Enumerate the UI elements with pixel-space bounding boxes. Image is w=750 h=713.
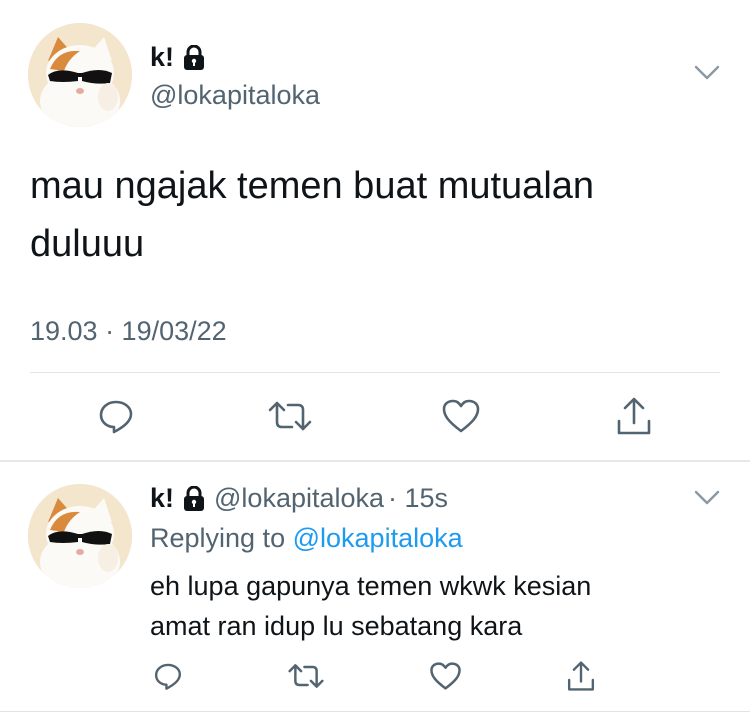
share-button[interactable]: [614, 394, 654, 438]
handle[interactable]: @lokapitaloka: [214, 483, 384, 514]
display-name-text[interactable]: k!: [150, 42, 174, 73]
reply-time[interactable]: · 15s: [388, 483, 448, 514]
display-name-text[interactable]: k!: [150, 483, 174, 514]
reply-icon: [99, 400, 133, 434]
tweet-text: mau ngajak temen buat mutualan duluuu: [30, 157, 594, 273]
chevron-down-icon[interactable]: [693, 489, 721, 507]
avatar[interactable]: [28, 23, 132, 127]
cat-sunglasses-avatar-image: [28, 484, 132, 588]
replying-to-link[interactable]: @lokapitaloka: [293, 523, 463, 553]
reply-header: k! @lokapitaloka · 15s: [150, 483, 448, 514]
divider: [30, 372, 720, 373]
heart-icon: [442, 399, 480, 433]
divider: [0, 711, 750, 712]
share-button[interactable]: [565, 658, 597, 694]
retweet-button[interactable]: [268, 396, 312, 436]
retweet-icon: [268, 401, 312, 431]
reply-icon: [154, 663, 182, 690]
tweet-text-line: mau ngajak temen buat mutualan: [30, 165, 595, 207]
cat-sunglasses-avatar-image: [28, 23, 132, 127]
lock-icon: [182, 44, 206, 71]
tweet-text-line: amat ran idup lu sebatang kara: [150, 611, 523, 641]
tweet-text-line: eh lupa gapunya temen wkwk kesian: [150, 571, 592, 601]
share-icon: [567, 661, 595, 691]
tweet-text: eh lupa gapunya temen wkwk kesian amat r…: [150, 566, 591, 646]
lock-icon: [182, 485, 206, 512]
replying-to: Replying to @lokapitaloka: [150, 523, 463, 554]
replying-to-prefix: Replying to: [150, 523, 286, 553]
retweet-button[interactable]: [288, 661, 324, 691]
tweet-text-line: duluuu: [30, 223, 145, 265]
display-name[interactable]: k!: [150, 42, 206, 73]
like-button[interactable]: [428, 661, 462, 691]
timestamp[interactable]: 19.03 · 19/03/22: [30, 316, 227, 347]
handle[interactable]: @lokapitaloka: [150, 80, 320, 111]
retweet-icon: [288, 664, 324, 688]
share-icon: [617, 397, 651, 435]
chevron-down-icon[interactable]: [693, 64, 721, 82]
reply-button[interactable]: [96, 396, 136, 436]
divider: [0, 460, 750, 462]
like-button[interactable]: [440, 396, 482, 436]
reply-button[interactable]: [152, 660, 184, 692]
avatar[interactable]: [28, 484, 132, 588]
heart-icon: [429, 662, 461, 690]
